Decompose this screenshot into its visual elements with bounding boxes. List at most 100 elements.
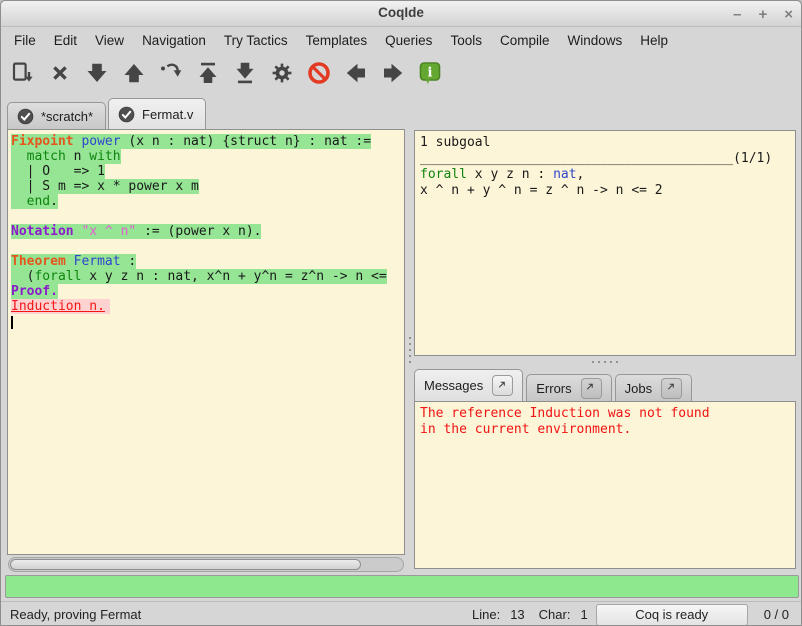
coqide-window: CoqIde – + × FileEditViewNavigationTry T… — [0, 0, 802, 626]
save-button[interactable] — [9, 60, 36, 87]
code-line: (forall x y z n : nat, x^n + y^n = z^n -… — [11, 269, 404, 284]
restart-icon — [270, 61, 294, 85]
close-icon — [48, 61, 72, 85]
code-line: 1 subgoal — [420, 135, 795, 151]
go-to-start-button[interactable] — [194, 60, 221, 87]
check-icon — [118, 106, 135, 123]
minimize-button[interactable]: – — [733, 7, 741, 22]
char-label: Char: — [539, 607, 571, 622]
status-message: Ready, proving Fermat — [10, 607, 141, 622]
tab--scratch-[interactable]: *scratch* — [7, 102, 106, 129]
tab-errors[interactable]: Errors — [526, 374, 611, 401]
menu-item-windows[interactable]: Windows — [558, 30, 631, 51]
menu-item-templates[interactable]: Templates — [297, 30, 377, 51]
step-backward-button[interactable] — [120, 60, 147, 87]
editor-tab-bar: *scratch* Fermat.v — [7, 97, 206, 129]
code-line: ________________________________________… — [420, 151, 795, 167]
feedback-icon: i — [418, 61, 442, 85]
step-forward-button[interactable] — [83, 60, 110, 87]
code-line — [11, 209, 404, 224]
progress-bar — [5, 575, 799, 598]
maximize-button[interactable]: + — [758, 7, 767, 22]
code-line: forall x y z n : nat, — [420, 167, 795, 183]
detach-errors-button[interactable] — [581, 378, 602, 399]
svg-text:i: i — [427, 66, 432, 81]
title-bar[interactable]: CoqIde – + × — [1, 1, 801, 27]
tab-fermat-v[interactable]: Fermat.v — [108, 98, 206, 129]
detach-icon — [585, 382, 597, 394]
next-button[interactable] — [379, 60, 406, 87]
window-controls: – + × — [733, 1, 793, 27]
detach-messages-button[interactable] — [492, 375, 513, 396]
go-to-cursor-button[interactable] — [157, 60, 184, 87]
code-line: Induction n. — [11, 299, 404, 314]
close-button[interactable] — [46, 60, 73, 87]
tab-jobs[interactable]: Jobs — [615, 374, 692, 401]
menu-item-view[interactable]: View — [86, 30, 133, 51]
scrollbar-thumb[interactable] — [10, 559, 361, 570]
horizontal-splitter[interactable] — [414, 356, 796, 368]
code-line — [11, 314, 404, 329]
coq-state-button[interactable]: Coq is ready — [596, 604, 748, 626]
detach-jobs-button[interactable] — [661, 378, 682, 399]
interrupt-button[interactable] — [305, 60, 332, 87]
code-line — [11, 239, 404, 254]
menu-item-queries[interactable]: Queries — [376, 30, 441, 51]
script-editor-pane[interactable]: Fixpoint power (x n : nat) {struct n} : … — [7, 129, 405, 555]
close-button[interactable]: × — [784, 7, 793, 22]
go-to-start-icon — [196, 61, 220, 85]
tab-label: *scratch* — [41, 109, 93, 124]
workers-counter: 0 / 0 — [764, 607, 789, 622]
code-line: Proof. — [11, 284, 404, 299]
menu-item-help[interactable]: Help — [631, 30, 677, 51]
window-title: CoqIde — [1, 5, 801, 20]
feedback-button[interactable]: i — [416, 60, 443, 87]
menu-item-tools[interactable]: Tools — [441, 30, 491, 51]
editor-horizontal-scrollbar[interactable] — [8, 557, 404, 572]
go-to-end-icon — [233, 61, 257, 85]
status-right-group: Line: 13 Char: 1 Coq is ready 0 / 0 — [458, 604, 789, 626]
goal-pane[interactable]: 1 subgoal_______________________________… — [414, 130, 796, 356]
text-cursor — [11, 316, 13, 329]
interrupt-icon — [307, 61, 331, 85]
step-backward-icon — [122, 61, 146, 85]
restart-button[interactable] — [268, 60, 295, 87]
messages-pane[interactable]: The reference Induction was not foundin … — [414, 401, 796, 569]
tab-label: Messages — [424, 378, 483, 393]
menu-item-edit[interactable]: Edit — [45, 30, 86, 51]
next-icon — [381, 61, 405, 85]
toolbar: i — [1, 52, 801, 94]
menu-bar: FileEditViewNavigationTry TacticsTemplat… — [1, 28, 801, 52]
tab-label: Jobs — [625, 381, 652, 396]
previous-icon — [344, 61, 368, 85]
menu-item-navigation[interactable]: Navigation — [133, 30, 215, 51]
vertical-splitter[interactable] — [405, 129, 414, 571]
code-line: in the current environment. — [420, 422, 795, 438]
code-line: | O => 1 — [11, 164, 404, 179]
step-forward-icon — [85, 61, 109, 85]
code-line: end. — [11, 194, 404, 209]
line-value: 13 — [510, 607, 524, 622]
code-line: Notation "x ^ n" := (power x n). — [11, 224, 404, 239]
status-bar: Ready, proving Fermat Line: 13 Char: 1 C… — [1, 601, 801, 626]
check-icon — [17, 108, 34, 125]
go-to-cursor-icon — [159, 61, 183, 85]
detach-icon — [666, 382, 678, 394]
menu-item-file[interactable]: File — [5, 30, 45, 51]
code-line: | S m => x * power x m — [11, 179, 404, 194]
save-icon — [11, 61, 35, 85]
tab-label: Errors — [536, 381, 571, 396]
menu-item-compile[interactable]: Compile — [491, 30, 559, 51]
code-line: match n with — [11, 149, 404, 164]
tab-messages[interactable]: Messages — [414, 369, 523, 401]
menu-item-try-tactics[interactable]: Try Tactics — [215, 30, 297, 51]
detach-icon — [497, 380, 509, 392]
previous-button[interactable] — [342, 60, 369, 87]
message-tab-bar: Messages Errors Jobs — [414, 368, 692, 401]
code-line: Fixpoint power (x n : nat) {struct n} : … — [11, 134, 404, 149]
go-to-end-button[interactable] — [231, 60, 258, 87]
code-line: x ^ n + y ^ n = z ^ n -> n <= 2 — [420, 183, 795, 199]
line-label: Line: — [472, 607, 500, 622]
code-line: The reference Induction was not found — [420, 406, 795, 422]
code-line: Theorem Fermat : — [11, 254, 404, 269]
